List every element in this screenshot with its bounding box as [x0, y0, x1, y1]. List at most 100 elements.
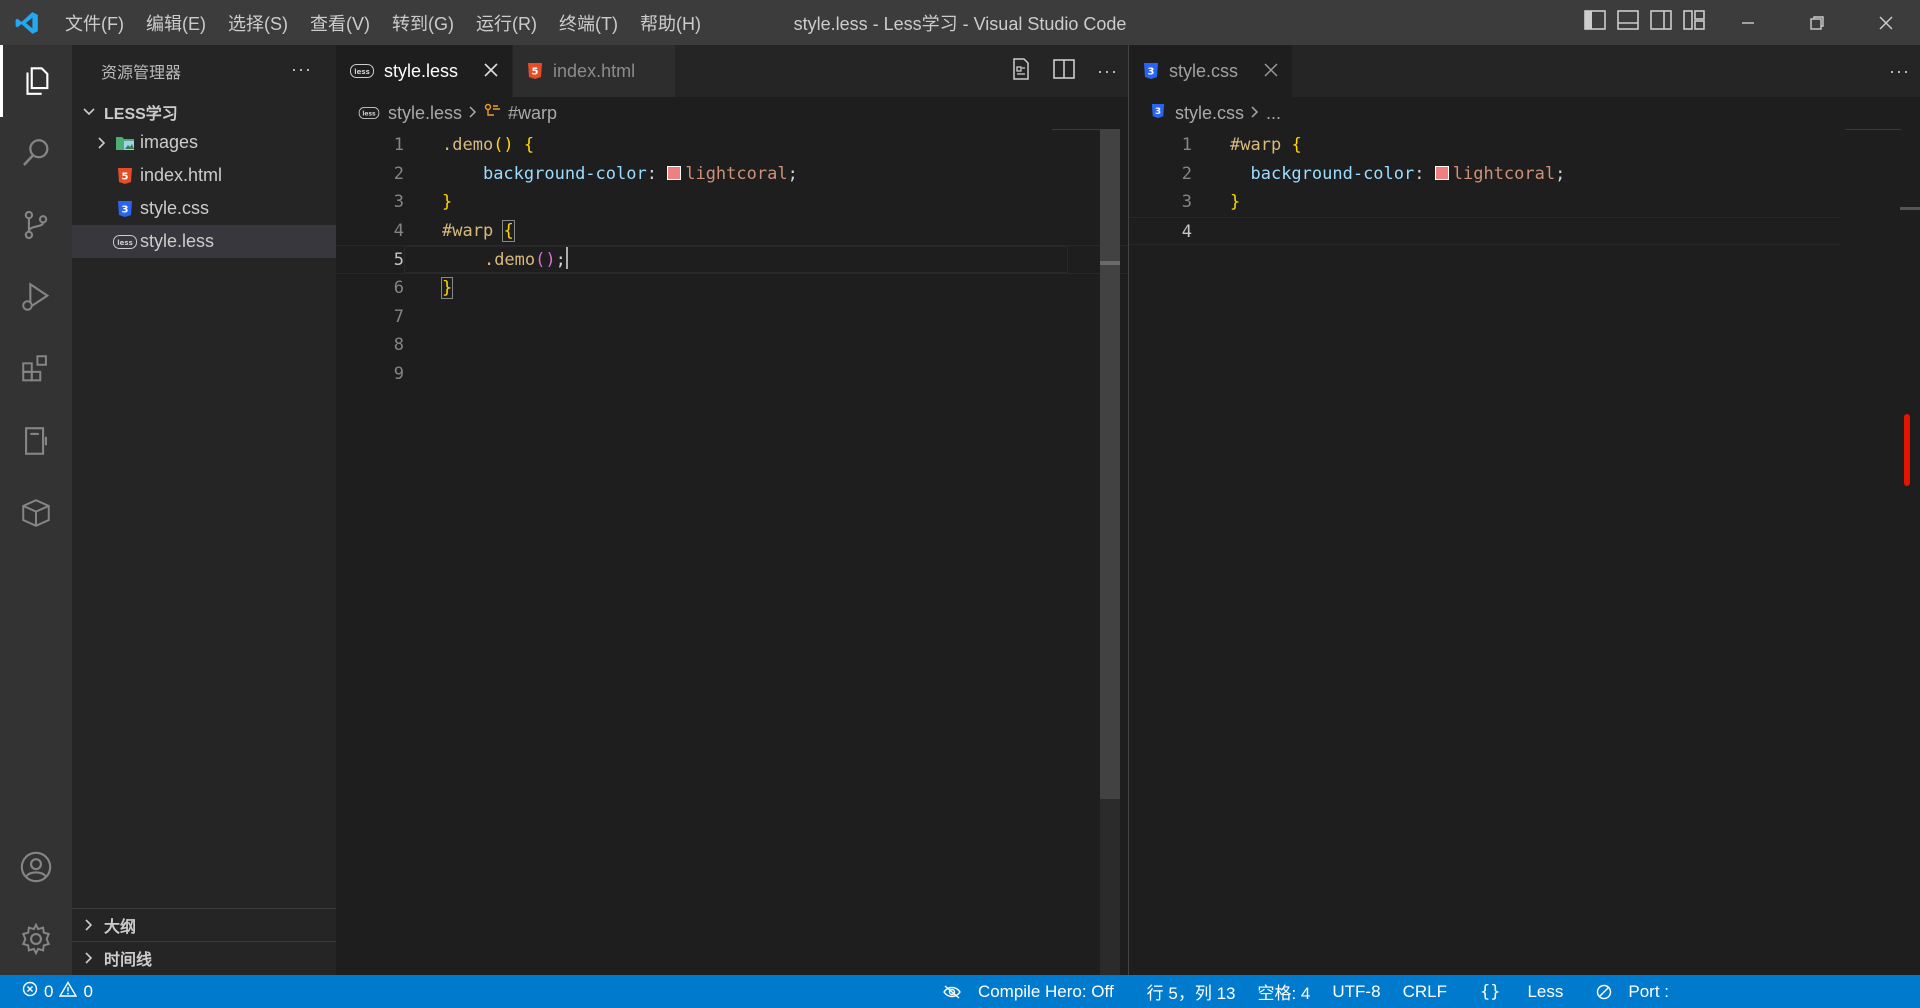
menu-selection[interactable]: 选择(S) [217, 10, 299, 36]
vertical-scrollbar[interactable] [1900, 129, 1920, 975]
line-number: 7 [393, 306, 404, 327]
source-control-icon[interactable] [0, 189, 72, 261]
restore-icon[interactable] [1782, 0, 1851, 45]
warning-icon [59, 981, 78, 1002]
workspace-folder[interactable]: LESS学习 [72, 97, 336, 126]
minimap[interactable] [1845, 129, 1901, 141]
live-server-port[interactable]: Port : [1585, 982, 1920, 1002]
extensions-icon[interactable] [0, 333, 72, 405]
line-number: 6 [393, 277, 404, 298]
customize-layout-icon[interactable] [1683, 10, 1705, 35]
warning-count: 0 [83, 981, 93, 1001]
tab-index-html[interactable]: 5 index.html [513, 45, 677, 97]
mixin-name: .demo [442, 135, 494, 155]
search-icon[interactable] [0, 117, 72, 189]
editor-actions: ··· [1011, 45, 1118, 97]
breadcrumb: less style.less #warp [336, 97, 1128, 129]
chevron-right-icon [85, 919, 93, 931]
editor-group-left: less style.less 5 index.html ··· less st… [336, 45, 1128, 975]
compile-hero-label: Compile Hero: Off [977, 981, 1114, 1001]
property-name: background-color [1250, 163, 1415, 184]
menu-go[interactable]: 转到(G) [381, 10, 465, 36]
close-window-icon[interactable] [1851, 0, 1920, 45]
menu-view[interactable]: 查看(V) [299, 10, 381, 36]
explorer-sidebar: 资源管理器 ··· LESS学习 images 5 index.html 3 s… [72, 45, 336, 975]
run-debug-icon[interactable] [0, 261, 72, 333]
tab-label: style.css [1169, 60, 1239, 81]
property-value: lightcoral [685, 163, 788, 184]
toggle-panel-icon[interactable] [1617, 10, 1639, 35]
toggle-secondary-sidebar-icon[interactable] [1650, 10, 1672, 35]
encoding[interactable]: UTF-8 [1321, 982, 1391, 1002]
breadcrumb-file[interactable]: style.css [1175, 103, 1244, 124]
code-line: 1 .demo() { [336, 131, 1128, 160]
more-actions-icon[interactable]: ··· [1097, 61, 1118, 82]
tab-bar: less style.less 5 index.html ··· [336, 45, 1128, 97]
vertical-scrollbar[interactable] [1100, 129, 1120, 975]
package-icon[interactable] [0, 477, 72, 549]
code-editor-right[interactable]: 1 #warp { 2 background-color: lightcoral… [1129, 129, 1920, 246]
tab-style-less[interactable]: less style.less [336, 45, 514, 97]
tree-item-index-html[interactable]: 5 index.html [72, 159, 336, 192]
breadcrumb-symbol[interactable]: #warp [508, 103, 557, 124]
close-tab-icon[interactable] [484, 61, 498, 82]
language-label: Less [1527, 981, 1564, 1001]
tree-item-label: index.html [140, 165, 223, 185]
brace-close-matched: } [440, 276, 454, 299]
menu-terminal[interactable]: 终端(T) [548, 10, 629, 36]
editor-group-right: 3 style.css ··· 3 style.css ... 1 #warp … [1129, 45, 1920, 975]
settings-gear-icon[interactable] [0, 903, 72, 975]
breadcrumb-more[interactable]: ... [1266, 103, 1281, 124]
tab-style-css[interactable]: 3 style.css [1129, 45, 1294, 97]
tree-item-style-css[interactable]: 3 style.css [72, 192, 336, 225]
property-name: background-color [482, 163, 647, 184]
chevron-down-icon [83, 107, 95, 115]
color-swatch-icon[interactable] [1434, 165, 1449, 180]
scrollbar-thumb[interactable] [1100, 129, 1120, 799]
code-editor-left[interactable]: 1 .demo() { 2 background-color: lightcor… [336, 129, 1128, 388]
svg-text:3: 3 [122, 204, 129, 215]
indentation[interactable]: 空格: 4 [1246, 979, 1321, 1004]
svg-text:3: 3 [1148, 67, 1155, 78]
menu-help[interactable]: 帮助(H) [629, 10, 712, 36]
color-swatch-icon[interactable] [667, 165, 682, 180]
status-bar: 0 0 Compile Hero: Off 行 5，列 13 空格: 4 UTF… [0, 975, 1920, 1008]
mixin-call-parens: () [535, 250, 556, 271]
css-file-icon: 3 [1143, 62, 1159, 80]
code-line-current: 4 [1129, 216, 1840, 246]
close-tab-icon[interactable] [1264, 61, 1278, 82]
timeline-label: 时间线 [104, 952, 153, 969]
menu-edit[interactable]: 编辑(E) [135, 10, 217, 36]
line-number: 1 [393, 135, 404, 155]
toggle-primary-sidebar-icon[interactable] [1584, 10, 1606, 35]
line-number: 5 [393, 250, 404, 271]
cursor-position[interactable]: 行 5，列 13 [1136, 979, 1247, 1004]
language-mode[interactable]: {} Less [1458, 982, 1585, 1002]
menu-file[interactable]: 文件(F) [54, 10, 135, 36]
error-marker [1904, 414, 1910, 486]
compile-hero-status[interactable]: Compile Hero: Off [931, 982, 1136, 1002]
explorer-icon[interactable] [0, 45, 72, 117]
explorer-header: 资源管理器 ··· [72, 45, 336, 97]
account-icon[interactable] [0, 831, 72, 903]
outline-label: 大纲 [104, 919, 137, 936]
split-editor-icon[interactable] [1053, 58, 1075, 84]
timeline-section[interactable]: 时间线 [72, 941, 336, 974]
brace-open: { [1291, 135, 1302, 155]
more-actions-icon[interactable]: ··· [1889, 61, 1910, 82]
tree-item-images[interactable]: images [72, 126, 336, 159]
minimize-icon[interactable] [1713, 0, 1782, 45]
open-preview-icon[interactable] [1011, 57, 1031, 85]
workspace-folder-label: LESS学习 [104, 105, 178, 123]
outline-section[interactable]: 大纲 [72, 908, 336, 941]
svg-text:less: less [117, 239, 132, 247]
code-line: 7 [336, 303, 1128, 332]
tree-item-label: images [140, 132, 199, 152]
remote-explorer-icon[interactable] [0, 405, 72, 477]
end-of-line[interactable]: CRLF [1392, 982, 1458, 1002]
tree-item-style-less[interactable]: less style.less [72, 225, 336, 258]
problems-indicator[interactable]: 0 0 [0, 981, 93, 1002]
breadcrumb-file[interactable]: style.less [388, 103, 462, 124]
menu-run[interactable]: 运行(R) [465, 10, 548, 36]
explorer-more-actions-icon[interactable]: ··· [291, 59, 312, 80]
